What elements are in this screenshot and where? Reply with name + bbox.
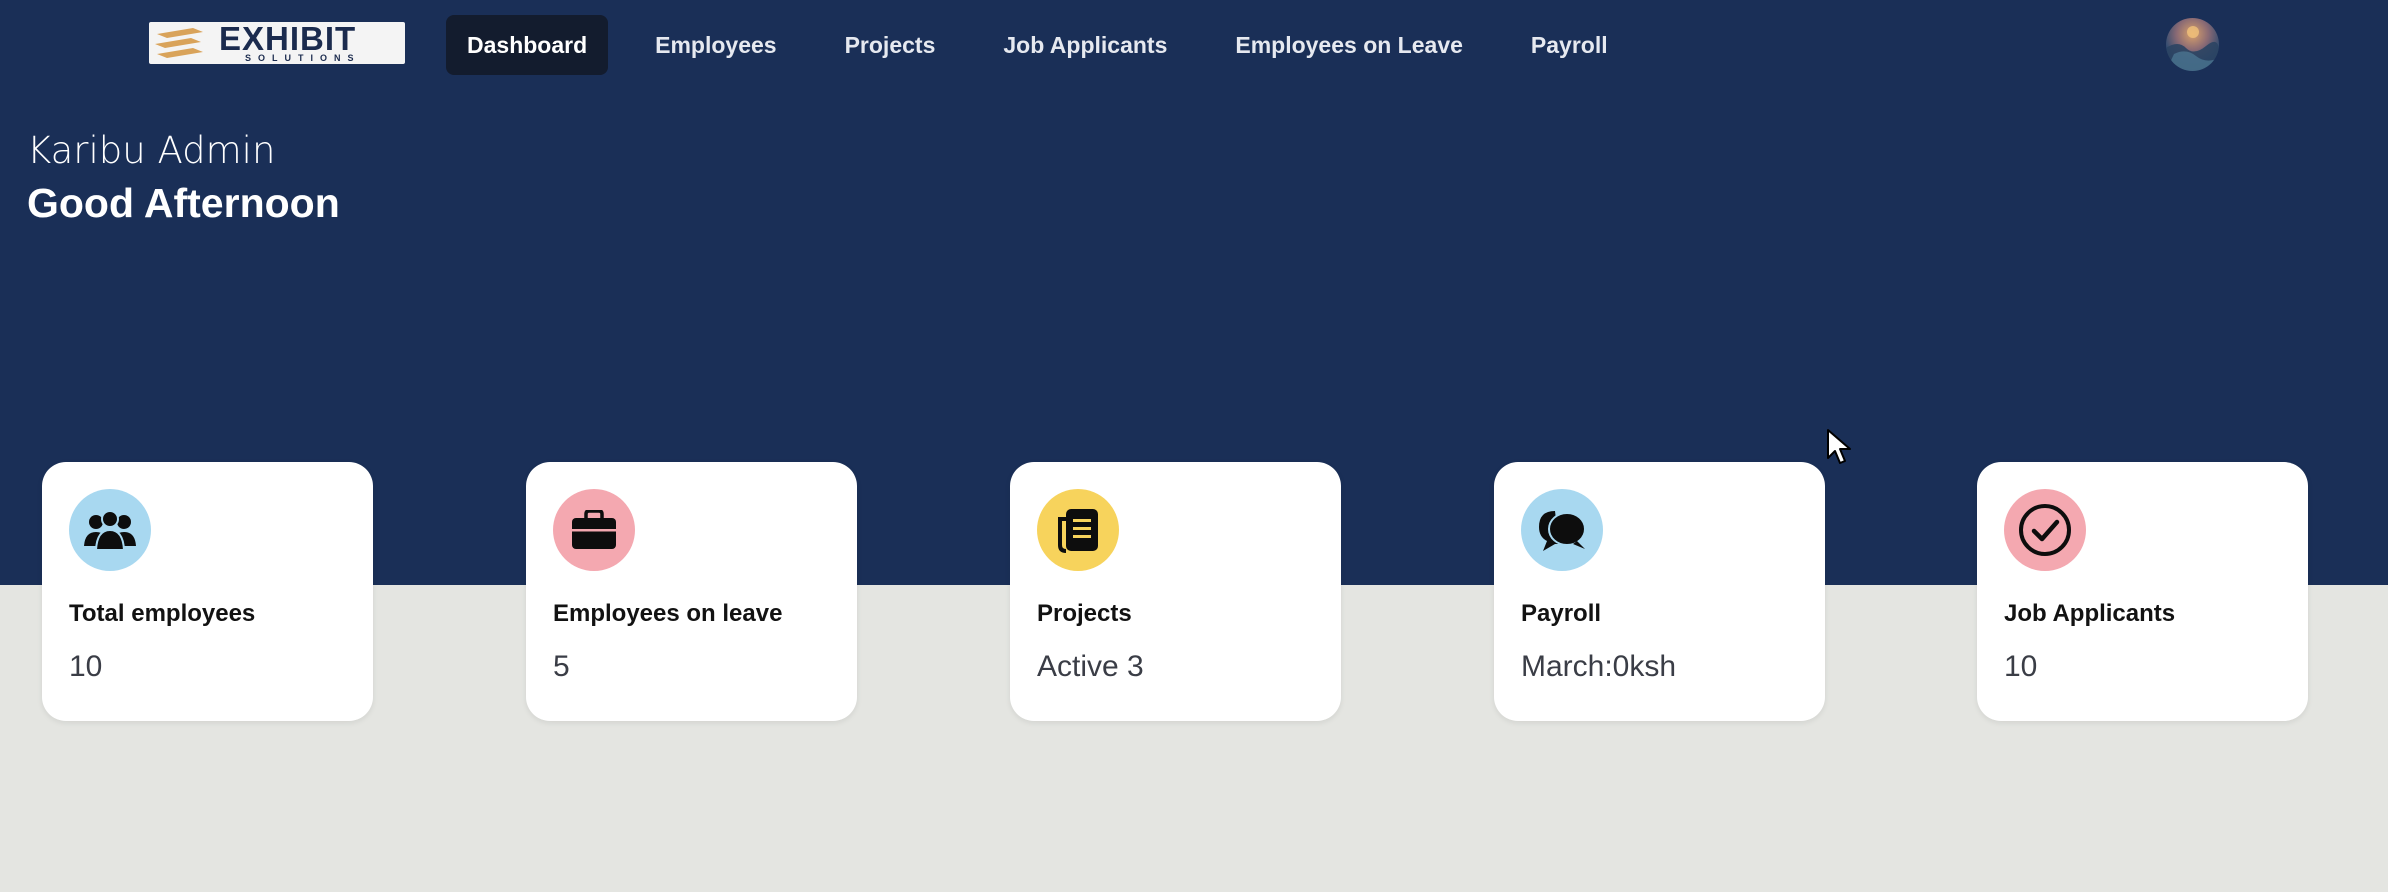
card-icon-badge [2004,489,2086,571]
check-circle-icon [2019,504,2071,556]
card-value: Active 3 [1037,650,1144,683]
card-value: March:0ksh [1521,650,1677,683]
card-value: 10 [2004,650,2038,683]
top-nav: Dashboard Employees Projects Job Applica… [446,15,1655,75]
brand-logo[interactable]: EXHIBIT SOLUTIONS [149,22,405,64]
card-icon-badge [69,489,151,571]
card-employees-on-leave[interactable]: Employees on leave 5 [526,462,857,721]
nav-projects[interactable]: Projects [824,15,957,75]
card-icon-badge [1521,489,1603,571]
users-icon [84,510,136,550]
document-icon [1058,509,1098,553]
card-value: 10 [69,650,103,683]
card-payroll[interactable]: Payroll March:0ksh [1494,462,1825,721]
logo-mark-icon [155,28,203,58]
nav-job-applicants[interactable]: Job Applicants [982,15,1188,75]
nav-payroll[interactable]: Payroll [1510,15,1629,75]
card-icon-badge [1037,489,1119,571]
nav-employees[interactable]: Employees [634,15,797,75]
briefcase-icon [572,510,616,549]
card-title: Total employees [69,600,256,627]
greeting-text: Good Afternoon [27,180,340,226]
chat-icon [1539,511,1586,551]
card-title: Employees on leave [553,600,783,627]
nav-dashboard[interactable]: Dashboard [446,15,609,75]
card-title: Projects [1037,600,1132,627]
card-job-applicants[interactable]: Job Applicants 10 [1977,462,2308,721]
user-avatar[interactable] [2166,18,2219,71]
card-total-employees[interactable]: Total employees 10 [42,462,373,721]
brand-name: EXHIBIT [219,22,357,57]
card-icon-badge [553,489,635,571]
card-title: Job Applicants [2004,600,2176,627]
brand-tagline: SOLUTIONS [245,53,361,63]
card-title: Payroll [1521,600,1602,627]
mouse-cursor-icon [1827,429,1851,464]
avatar-image [2166,26,2219,71]
card-value: 5 [553,650,570,683]
welcome-text: Karibu Admin [27,129,276,172]
nav-employees-on-leave[interactable]: Employees on Leave [1214,15,1484,75]
card-projects[interactable]: Projects Active 3 [1010,462,1341,721]
